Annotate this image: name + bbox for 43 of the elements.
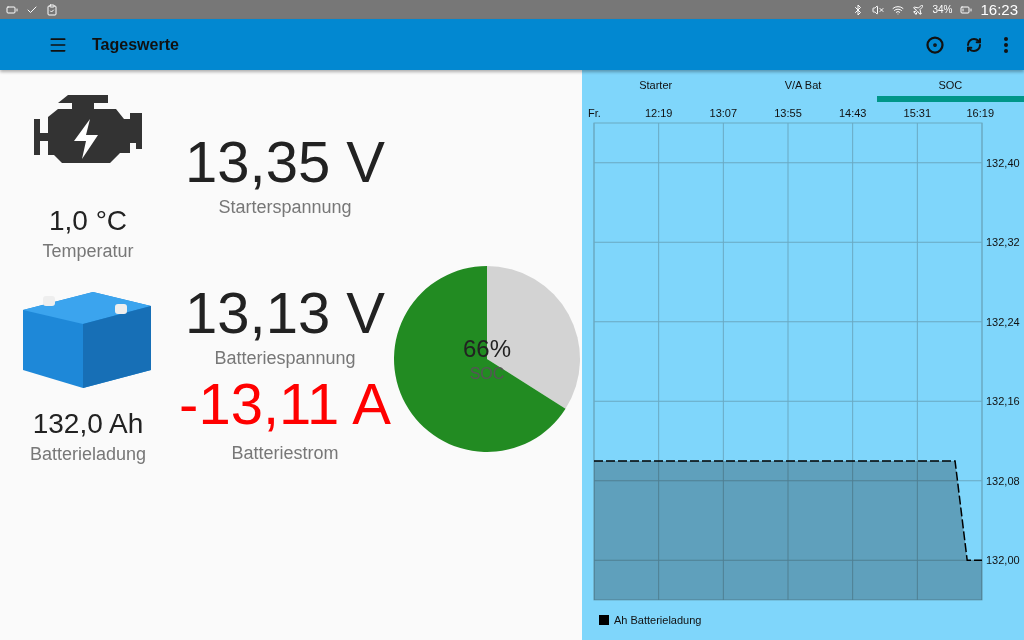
more-icon <box>1004 36 1008 53</box>
x-tick-label: 13:07 <box>709 107 738 119</box>
tab[interactable]: V/A Bat <box>729 70 877 102</box>
legend-swatch <box>599 615 609 625</box>
clipboard-icon <box>46 3 58 16</box>
tab[interactable]: Starter <box>582 70 730 102</box>
more-button[interactable] <box>1004 36 1008 53</box>
legend-label: Ah Batterieladung <box>614 614 702 626</box>
tab[interactable]: SOC <box>876 70 1024 102</box>
x-tick-label: 16:19 <box>966 107 994 119</box>
battery-icon <box>960 3 973 16</box>
wifi-icon <box>892 3 905 16</box>
app-title: Tageswerte <box>92 35 179 54</box>
x-tick-label: Fr. <box>588 107 601 119</box>
reading-value: 13,35 V <box>185 133 385 191</box>
reading-label: Batteriestrom <box>231 443 339 464</box>
record-icon <box>926 35 944 54</box>
y-tick-label: 132,40 <box>986 156 1020 169</box>
reading-label: Batteriespannung <box>214 348 356 369</box>
battery-percent: 34% <box>932 4 953 15</box>
reading-value: -13,11 A <box>179 375 391 433</box>
record-button[interactable] <box>926 35 944 54</box>
refresh-icon <box>966 36 982 53</box>
y-tick-label: 132,00 <box>986 554 1020 567</box>
refresh-button[interactable] <box>966 36 982 53</box>
y-tick-label: 132,24 <box>986 315 1020 328</box>
x-tick-label: 15:31 <box>903 107 932 119</box>
reading-value: 13,13 V <box>185 284 385 342</box>
x-tick-label: 13:55 <box>774 107 802 119</box>
x-tick-label: 14:43 <box>838 107 867 119</box>
y-tick-label: 132,16 <box>986 395 1020 408</box>
reading-label: Batterieladung <box>29 444 147 465</box>
airplane-icon <box>912 3 925 16</box>
y-tick-label: 132,08 <box>986 474 1020 487</box>
y-tick-label: 132,32 <box>986 236 1020 249</box>
x-tick-label: 12:19 <box>644 107 673 119</box>
reading-value: 132,0 Ah <box>32 410 144 438</box>
clock-time: 16:23 <box>980 1 1018 18</box>
reading-label: Starterspannung <box>218 197 352 218</box>
reading-label: Temperatur <box>42 241 134 262</box>
gauge-label: SOC <box>469 365 505 383</box>
reading-value: 1,0 °C <box>48 207 128 235</box>
mute-icon <box>872 3 885 16</box>
